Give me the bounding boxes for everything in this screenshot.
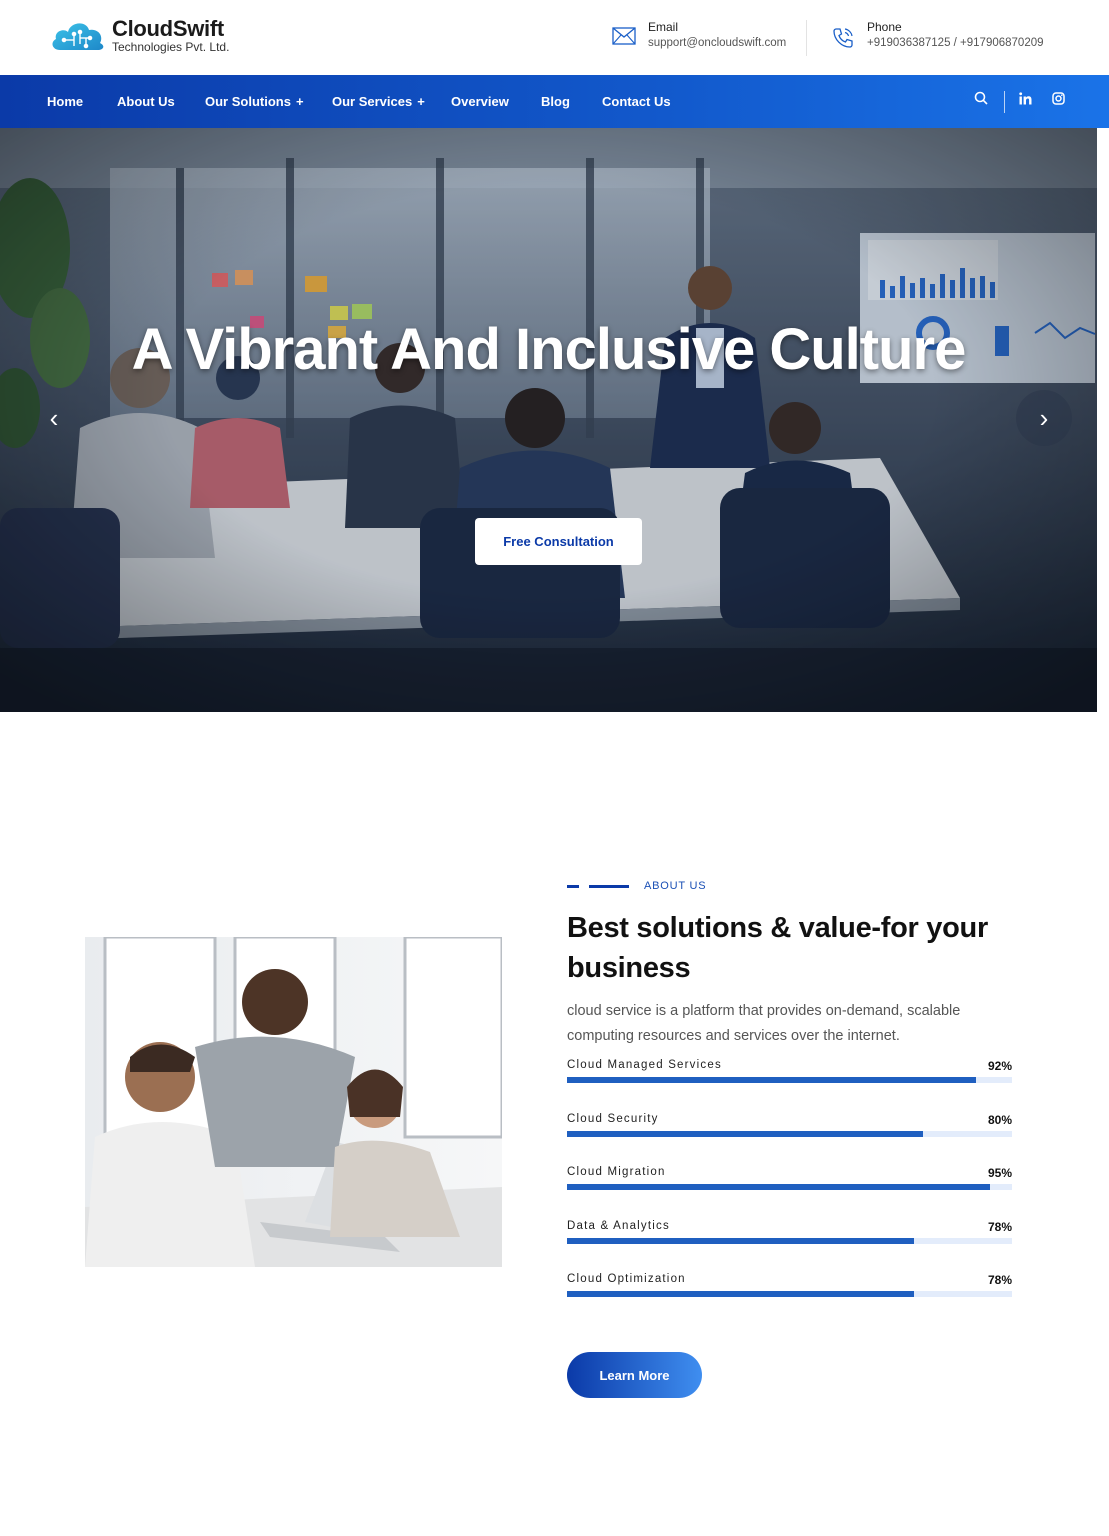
office-meeting-photo [0,128,1097,712]
progress-track [567,1291,1012,1297]
skill-percent: 80% [987,1113,1012,1127]
skill-bar: Cloud Managed Services 92% [567,1059,1012,1099]
skill-bar: Cloud Migration 95% [567,1166,1012,1206]
progress-fill [567,1131,923,1137]
email-contact[interactable]: Email support@oncloudswift.com [612,20,786,52]
brand-name: CloudSwift [112,15,224,41]
progress-track [567,1184,1012,1190]
skill-percent: 78% [987,1273,1012,1287]
header-divider [806,20,807,56]
chevron-left-icon[interactable]: ‹ [26,390,82,446]
skill-name: Data & Analytics [567,1220,670,1232]
chevron-right-icon[interactable]: › [1016,390,1072,446]
skill-bar: Cloud Optimization 78% [567,1273,1012,1313]
phone-value[interactable]: +919036387125 / +917906870209 [867,37,1044,49]
nav-item-overview[interactable]: Overview [451,94,509,109]
plus-icon: + [417,94,425,109]
team-working-photo [85,937,502,1267]
logo[interactable]: CloudSwift Technologies Pvt. Ltd. [48,16,229,54]
skill-percent: 92% [987,1059,1012,1073]
hero-title: A Vibrant And Inclusive Culture [131,317,967,382]
envelope-icon [612,26,638,52]
eyebrow-dash [567,884,579,888]
about-eyebrow: ABOUT US [567,880,706,892]
eyebrow-line [589,884,629,888]
email-label: Email [648,20,679,34]
cloud-logo-icon [48,16,108,54]
nav-separator [1004,91,1005,113]
nav-item-contact-us[interactable]: Contact Us [602,94,671,109]
nav-item-home[interactable]: Home [47,94,83,109]
skill-bar: Cloud Security 80% [567,1113,1012,1153]
progress-fill [567,1184,990,1190]
top-header: CloudSwift Technologies Pvt. Ltd. Email … [0,0,1109,75]
skill-name: Cloud Security [567,1113,659,1125]
nav-item-blog[interactable]: Blog [541,94,570,109]
progress-track [567,1077,1012,1083]
progress-fill [567,1077,977,1083]
skill-name: Cloud Managed Services [567,1059,722,1071]
nav-item-about-us[interactable]: About Us [117,94,175,109]
main-nav: Home About Us Our Solutions + Our Service… [0,75,1109,128]
email-value[interactable]: support@oncloudswift.com [648,37,786,49]
brand-subtitle: Technologies Pvt. Ltd. [112,39,230,54]
progress-track [567,1131,1012,1137]
phone-label: Phone [867,20,902,34]
progress-fill [567,1238,915,1244]
about-description: cloud service is a platform that provide… [567,1003,961,1044]
skill-name: Cloud Optimization [567,1273,686,1285]
progress-fill [567,1291,915,1297]
instagram-icon[interactable] [1052,92,1065,108]
about-eyebrow-label: ABOUT US [644,880,707,892]
phone-icon [831,26,857,52]
progress-track [567,1238,1012,1244]
skill-percent: 95% [987,1166,1012,1180]
plus-icon: + [295,94,304,109]
skill-bar: Data & Analytics 78% [567,1220,1012,1260]
learn-more-button[interactable]: Learn More [567,1352,702,1398]
about-title: Best solutions & value-for your business [567,912,988,984]
skill-percent: 78% [987,1220,1012,1234]
nav-item-our-solutions[interactable]: Our Solutions + [205,94,304,109]
phone-contact[interactable]: Phone +919036387125 / +917906870209 [831,20,1044,52]
skill-name: Cloud Migration [567,1166,666,1178]
search-icon[interactable] [974,91,988,108]
nav-item-our-services[interactable]: Our Services + [332,94,425,109]
free-consultation-button[interactable]: Free Consultation [475,518,642,565]
linkedin-icon[interactable] [1019,92,1032,108]
hero-slider: A Vibrant And Inclusive Culture Free Con… [0,128,1097,712]
